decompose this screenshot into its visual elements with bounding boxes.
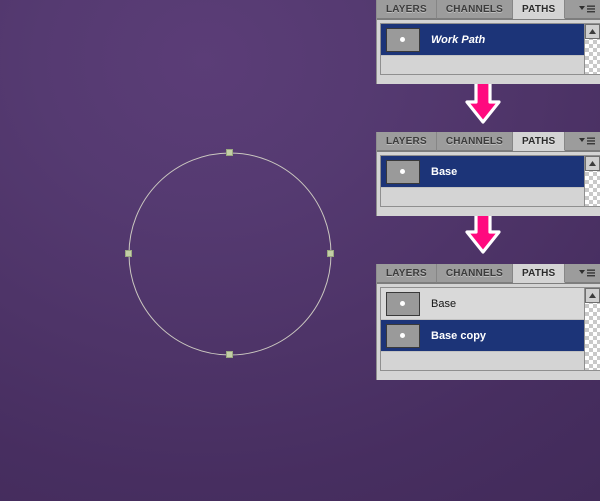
path-thumbnail (386, 291, 420, 316)
path-thumbnail (386, 323, 420, 348)
path-row[interactable]: Base (381, 156, 600, 188)
paths-list: Work Path (380, 23, 600, 75)
path-thumbnail (386, 159, 420, 184)
caret-up-glyph (589, 29, 596, 34)
tabbar-filler (565, 0, 574, 19)
path-row[interactable]: Work Path (381, 24, 600, 56)
anchor-right[interactable] (327, 250, 334, 257)
panel-tabbar: LAYERS CHANNELS PATHS (377, 132, 600, 152)
paths-scrollbar[interactable] (584, 288, 600, 370)
caret-up-glyph (589, 161, 596, 166)
tabbar-filler (565, 132, 574, 151)
paths-scrollbar[interactable] (584, 24, 600, 74)
arrow-down-icon (465, 209, 501, 254)
scroll-up-arrow-icon[interactable] (585, 156, 600, 171)
circle-path-outline (128, 152, 332, 356)
paths-list-empty-area (381, 56, 600, 74)
tab-paths[interactable]: PATHS (513, 132, 566, 151)
path-row-label: Work Path (431, 33, 486, 46)
tab-layers[interactable]: LAYERS (377, 132, 437, 151)
panel-tabbar: LAYERS CHANNELS PATHS (377, 264, 600, 284)
circle-path-svg (128, 152, 332, 356)
step-arrow-down-1 (465, 79, 501, 124)
tabbar-filler (565, 264, 574, 283)
path-row-label: Base (431, 165, 458, 178)
paths-list-empty-area (381, 352, 600, 370)
panel-menu-glyph (579, 269, 595, 276)
path-thumbnail (386, 27, 420, 52)
tab-layers[interactable]: LAYERS (377, 264, 437, 283)
panel-menu-icon[interactable] (574, 0, 600, 19)
panel-menu-glyph (579, 137, 595, 144)
paths-list-empty-area (381, 188, 600, 206)
scroll-up-arrow-icon[interactable] (585, 288, 600, 303)
panel-tabbar: LAYERS CHANNELS PATHS (377, 0, 600, 20)
paths-panel-step-3: LAYERS CHANNELS PATHS Base Base copy (376, 264, 600, 380)
arrow-down-icon (465, 79, 501, 124)
tab-channels[interactable]: CHANNELS (436, 264, 514, 283)
panel-body: Work Path (377, 20, 600, 84)
panel-footer (377, 371, 600, 380)
paths-list: Base (380, 155, 600, 207)
panel-body: Base Base copy (377, 284, 600, 380)
screenshot-root: LAYERS CHANNELS PATHS Work Path LAYERS C… (0, 0, 600, 501)
scroll-up-arrow-icon[interactable] (585, 24, 600, 39)
anchor-bottom[interactable] (226, 351, 233, 358)
anchor-top[interactable] (226, 149, 233, 156)
panel-menu-icon[interactable] (574, 132, 600, 151)
paths-list: Base Base copy (380, 287, 600, 371)
anchor-left[interactable] (125, 250, 132, 257)
panel-body: Base (377, 152, 600, 216)
path-preview-canvas[interactable] (0, 0, 376, 501)
tab-channels[interactable]: CHANNELS (436, 0, 514, 19)
tab-paths[interactable]: PATHS (513, 0, 566, 19)
path-row-label: Base (431, 297, 457, 310)
paths-panel-step-1: LAYERS CHANNELS PATHS Work Path (376, 0, 600, 84)
paths-scrollbar[interactable] (584, 156, 600, 206)
tab-channels[interactable]: CHANNELS (436, 132, 514, 151)
caret-up-glyph (589, 293, 596, 298)
panel-footer (377, 75, 600, 84)
tab-paths[interactable]: PATHS (513, 264, 566, 283)
panel-menu-icon[interactable] (574, 264, 600, 283)
path-row[interactable]: Base copy (381, 320, 600, 352)
paths-panel-step-2: LAYERS CHANNELS PATHS Base (376, 132, 600, 216)
panel-menu-glyph (579, 5, 595, 12)
tab-layers[interactable]: LAYERS (377, 0, 437, 19)
path-row[interactable]: Base (381, 288, 600, 320)
panel-footer (377, 207, 600, 216)
path-row-label: Base copy (431, 329, 487, 342)
